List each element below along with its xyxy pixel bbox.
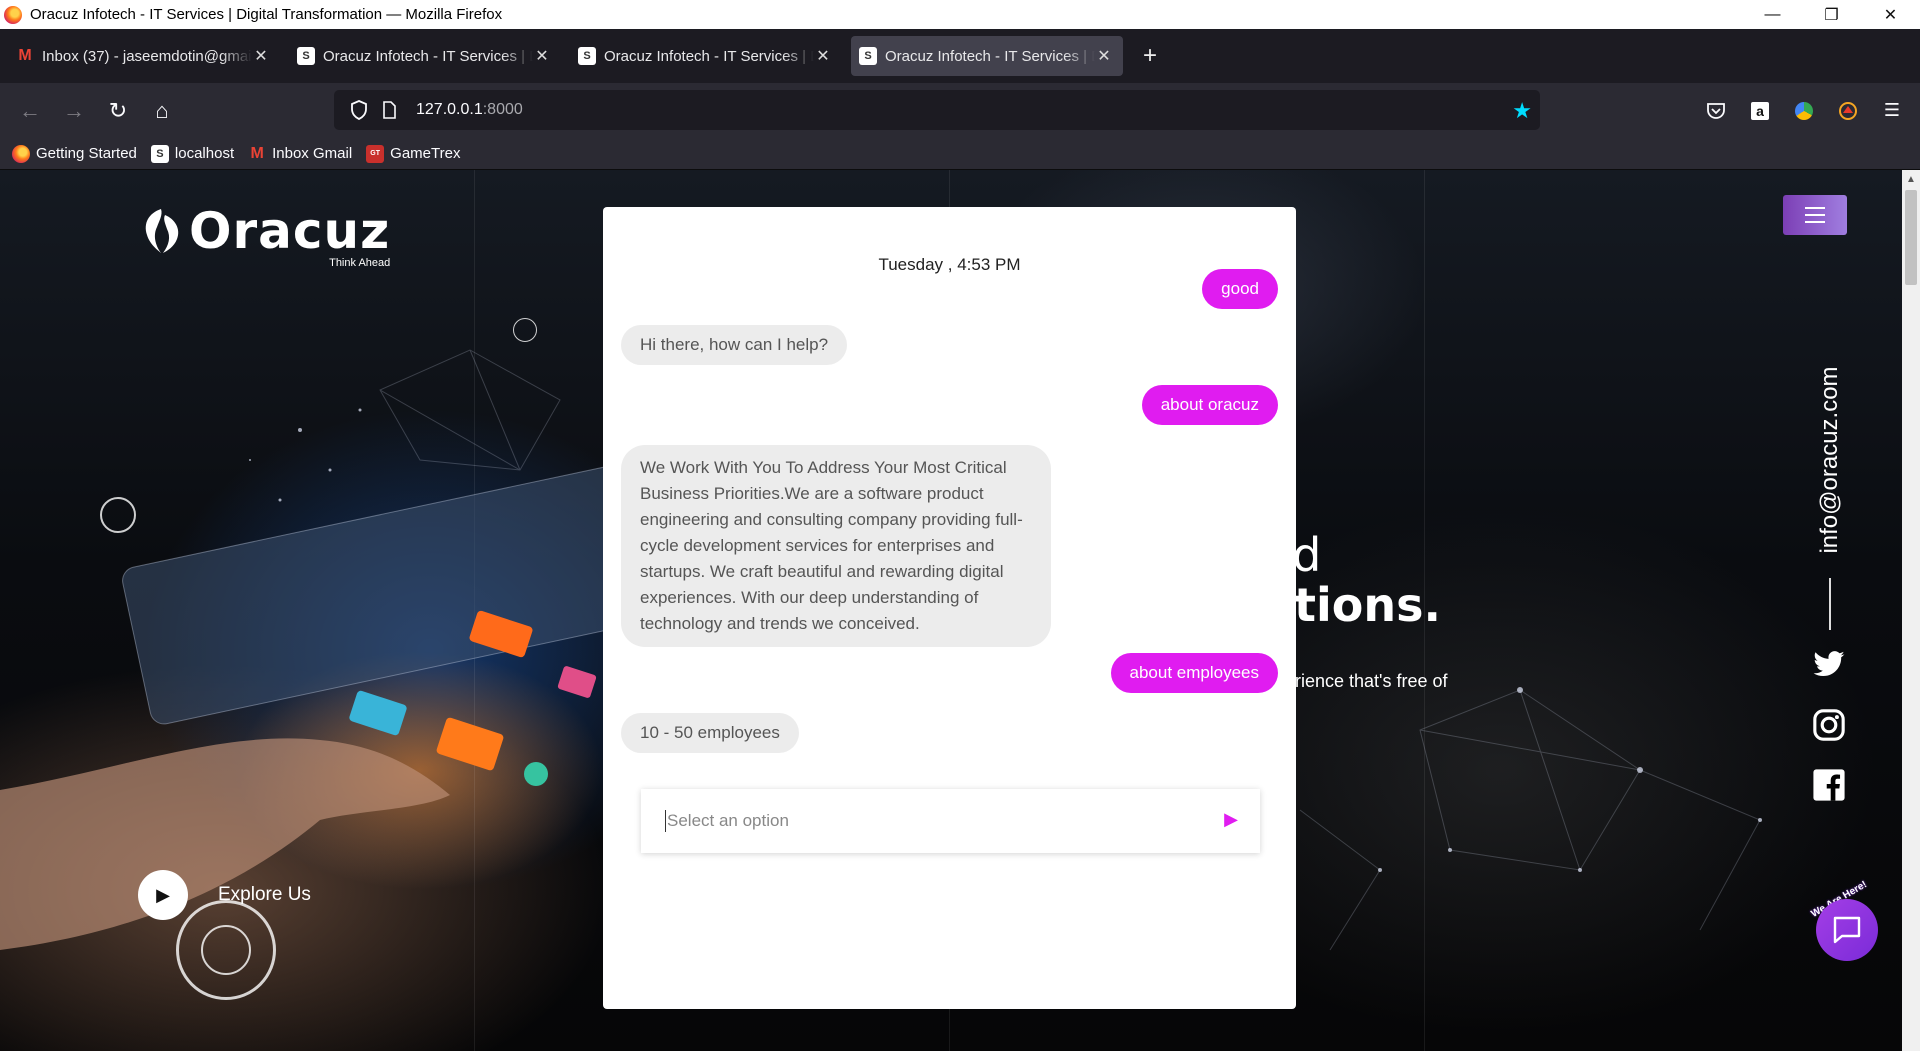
chat-launcher-button[interactable] — [1816, 899, 1878, 961]
chatbot-window: Tuesday , 4:53 PM good Hi there, how can… — [603, 207, 1296, 1009]
email-link[interactable]: info@oracuz.com — [1815, 360, 1845, 560]
page-viewport: Oracuz Think Ahead nd ations. rience tha… — [0, 170, 1902, 1051]
navigation-toolbar: ← → ↻ ⌂ 127.0.0.1:8000 ★ a ☰ — [0, 83, 1920, 138]
gametrex-icon: GT — [366, 144, 385, 163]
decorative-ring — [201, 925, 251, 975]
gmail-icon: M — [18, 47, 32, 64]
scrollbar-thumb[interactable] — [1905, 190, 1917, 285]
text-cursor — [665, 810, 666, 832]
bookmark-label: Getting Started — [36, 145, 137, 162]
profile-icon[interactable] — [1826, 93, 1870, 129]
menu-line — [1805, 207, 1825, 209]
bookmark-localhost[interactable]: S localhost — [150, 144, 235, 163]
tab-strip: M Inbox (37) - jaseemdotin@gmail.com ✕ S… — [0, 29, 1920, 83]
bookmark-gametrex[interactable]: GT GameTrex — [366, 144, 461, 163]
tab-oracuz-1[interactable]: S Oracuz Infotech - IT Services | Digita… — [289, 36, 561, 76]
menu-line — [1805, 221, 1825, 223]
decorative-ring — [100, 497, 136, 533]
menu-icon[interactable]: ☰ — [1870, 93, 1914, 129]
hamburger-menu-button[interactable] — [1783, 195, 1847, 235]
send-icon[interactable]: ▶ — [1224, 809, 1238, 830]
oracuz-logo[interactable]: Oracuz Think Ahead — [137, 202, 391, 269]
shield-icon[interactable] — [344, 100, 374, 120]
toolbar-right: a ☰ — [1694, 83, 1920, 138]
bookmark-star-icon[interactable]: ★ — [1512, 98, 1532, 124]
oracuz-icon: S — [297, 47, 315, 65]
logo-tagline: Think Ahead — [329, 257, 391, 269]
tab-title: Oracuz Infotech - IT Services | Digital — [323, 47, 533, 65]
firefox-icon — [4, 5, 22, 24]
amazon-icon[interactable]: a — [1738, 93, 1782, 129]
extension-icon[interactable] — [1782, 93, 1826, 129]
firefox-icon — [12, 144, 30, 163]
logo-text: Oracuz — [189, 202, 391, 260]
play-icon[interactable]: ▶ — [138, 870, 188, 920]
chat-message-bot: We Work With You To Address Your Most Cr… — [621, 445, 1051, 647]
decorative-ring — [513, 318, 537, 342]
close-window-button[interactable]: ✕ — [1861, 0, 1920, 29]
chat-message-user: good — [1202, 269, 1278, 309]
chat-message-user: about oracuz — [1141, 385, 1278, 425]
close-tab-icon[interactable]: ✕ — [533, 46, 551, 66]
explore-label: Explore Us — [218, 884, 311, 905]
chat-input-placeholder: Select an option — [667, 811, 789, 830]
chat-message-bot: 10 - 50 employees — [621, 713, 799, 753]
facebook-icon[interactable] — [1811, 767, 1847, 803]
instagram-icon[interactable] — [1811, 707, 1847, 743]
chat-timestamp: Tuesday , 4:53 PM — [878, 255, 1021, 274]
new-tab-button[interactable]: + — [1132, 38, 1168, 74]
explore-us[interactable]: ▶ Explore Us — [138, 870, 311, 920]
close-tab-icon[interactable]: ✕ — [1095, 46, 1113, 66]
bookmark-label: GameTrex — [390, 145, 461, 162]
gmail-icon: M — [250, 144, 264, 162]
chat-input-field[interactable]: Select an option ▶ — [641, 789, 1260, 853]
bookmark-label: localhost — [174, 145, 235, 162]
bookmark-label: Inbox — [272, 145, 309, 162]
page-scrollbar[interactable]: ▲ — [1902, 170, 1920, 1051]
scroll-up-arrow-icon[interactable]: ▲ — [1902, 170, 1920, 188]
minimize-button[interactable]: — — [1743, 0, 1802, 29]
chat-bubble-icon — [1833, 916, 1861, 944]
window-controls: — ❐ ✕ — [1743, 0, 1920, 29]
window-title: Oracuz Infotech - IT Services | Digital … — [30, 6, 503, 23]
oracuz-icon: S — [859, 47, 877, 65]
url-text[interactable]: 127.0.0.1:8000 — [416, 101, 523, 119]
close-tab-icon[interactable]: ✕ — [252, 46, 270, 66]
window-titlebar: Oracuz Infotech - IT Services | Digital … — [0, 0, 1920, 29]
bookmark-label: Gmail — [312, 145, 353, 162]
forward-button[interactable]: → — [52, 93, 96, 129]
side-divider — [1829, 578, 1831, 630]
twitter-icon[interactable] — [1811, 647, 1847, 683]
home-button[interactable]: ⌂ — [140, 93, 184, 129]
tab-oracuz-active[interactable]: S Oracuz Infotech - IT Services | Digita… — [851, 36, 1123, 76]
tab-title: Oracuz Infotech - IT Services | Digital — [885, 47, 1095, 65]
email-text: info@oracuz.com — [1816, 366, 1843, 554]
menu-line — [1805, 214, 1825, 216]
hero-subtext: rience that's free of — [1295, 671, 1448, 691]
bookmarks-toolbar: Getting Started S localhost M Inbox Gmai… — [0, 138, 1920, 170]
url-host: 127.0.0.1 — [416, 101, 483, 118]
oracuz-logo-icon — [137, 205, 185, 257]
bookmark-getting-started[interactable]: Getting Started — [12, 144, 137, 163]
chat-message-user: about employees — [1110, 653, 1278, 693]
tab-title: Inbox (37) - jaseemdotin@gmail.com — [42, 47, 252, 65]
oracuz-icon: S — [578, 47, 596, 65]
tab-oracuz-2[interactable]: S Oracuz Infotech - IT Services | Digita… — [570, 36, 842, 76]
oracuz-icon: S — [150, 144, 169, 163]
close-tab-icon[interactable]: ✕ — [814, 46, 832, 66]
tab-title: Oracuz Infotech - IT Services | Digital — [604, 47, 814, 65]
tab-gmail-inbox[interactable]: M Inbox (37) - jaseemdotin@gmail.com ✕ — [8, 36, 280, 76]
pocket-icon[interactable] — [1694, 93, 1738, 129]
back-button[interactable]: ← — [8, 93, 52, 129]
url-bar[interactable]: 127.0.0.1:8000 ★ — [334, 90, 1540, 130]
url-port: :8000 — [482, 101, 523, 118]
page-icon[interactable] — [374, 101, 404, 119]
reload-button[interactable]: ↻ — [96, 93, 140, 129]
restore-button[interactable]: ❐ — [1802, 0, 1861, 29]
chat-message-bot: Hi there, how can I help? — [621, 325, 848, 365]
bookmark-inbox-gmail[interactable]: M Inbox Gmail — [248, 145, 352, 163]
